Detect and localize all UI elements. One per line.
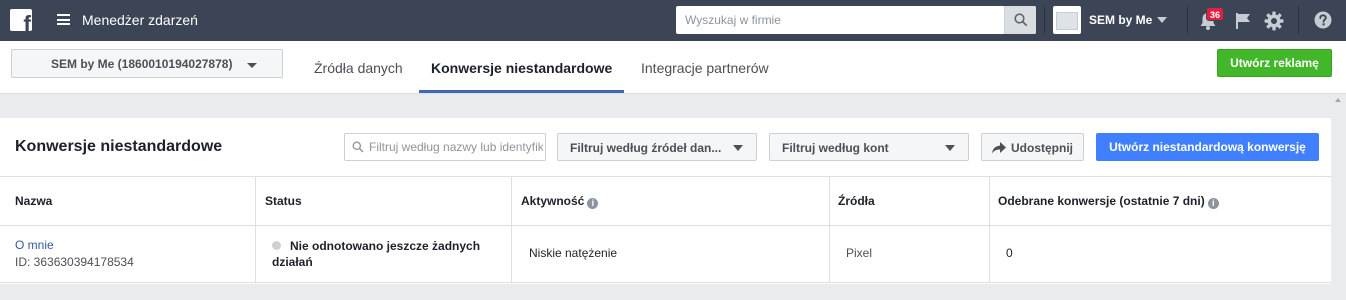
column-header-sources[interactable]: Źródła [838, 194, 875, 208]
divider [1044, 6, 1045, 34]
facebook-logo-icon[interactable]: f [10, 9, 32, 31]
account-menu-chevron-down-icon[interactable] [1157, 17, 1167, 23]
column-divider [829, 226, 830, 282]
account-avatar[interactable] [1053, 6, 1081, 34]
account-name[interactable]: SEM by Me [1089, 13, 1152, 27]
search-button[interactable] [1004, 6, 1036, 34]
filter-accounts-label: Filtruj według kont [782, 141, 889, 155]
column-header-status[interactable]: Status [265, 194, 302, 208]
flag-icon[interactable] [1232, 10, 1254, 32]
search-icon [1014, 13, 1028, 27]
status-text-line2: działań [272, 255, 313, 269]
filter-sources-label: Filtruj według źródeł dan... [570, 141, 722, 155]
column-divider [255, 177, 256, 226]
info-icon[interactable]: i [587, 198, 599, 209]
conversion-id: ID: 363630394178534 [15, 255, 134, 269]
ad-account-selector[interactable]: SEM by Me (1860010194027878) [11, 49, 283, 78]
active-tab-indicator [419, 90, 624, 93]
ad-account-selector-label: SEM by Me (1860010194027878) [51, 57, 233, 71]
column-divider [255, 226, 256, 282]
name-filter-input[interactable] [369, 134, 543, 160]
filter-sources-dropdown[interactable]: Filtruj według źródeł dan... [557, 133, 757, 161]
menu-icon[interactable] [57, 14, 70, 25]
column-divider [511, 177, 512, 226]
source-value: Pixel [846, 246, 873, 260]
scroll-up-arrow-icon[interactable] [1335, 98, 1341, 102]
create-custom-conversion-button[interactable]: Utwórz niestandardową konwersję [1096, 133, 1319, 161]
name-filter-field [344, 133, 546, 161]
column-divider [989, 226, 990, 282]
notifications-badge: 36 [1206, 7, 1225, 21]
column-header-activity[interactable]: Aktywność i [521, 194, 599, 209]
tab-partner-integrations[interactable]: Integracje partnerów [641, 60, 769, 76]
column-header-conversions-label: Odebrane konwersje (ostatnie 7 dni) [998, 194, 1205, 208]
table-header: Nazwa Status Aktywność i Źródła Odebrane … [0, 176, 1331, 226]
tab-data-sources[interactable]: Źródła danych [314, 60, 403, 76]
table-row[interactable]: O mnie ID: 363630394178534 Nie odnotowan… [0, 226, 1331, 283]
filter-accounts-dropdown[interactable]: Filtruj według kont [769, 133, 969, 161]
gear-icon[interactable] [1263, 10, 1285, 32]
column-header-activity-label: Aktywność [521, 194, 585, 208]
search-box [676, 6, 1036, 34]
app-title[interactable]: Menedżer zdarzeń [82, 12, 198, 28]
custom-conversions-panel: Konwersje niestandardowe Filtruj według … [0, 118, 1331, 284]
share-button-label: Udostępnij [1011, 141, 1073, 155]
sub-navigation: SEM by Me (1860010194027878) Źródła dany… [0, 41, 1346, 94]
column-header-name[interactable]: Nazwa [15, 194, 52, 208]
status-text-line1: Nie odnotowano jeszcze żadnych [290, 239, 481, 253]
column-header-conversions[interactable]: Odebrane konwersje (ostatnie 7 dni) i [998, 194, 1219, 209]
share-button[interactable]: Udostępnij [981, 133, 1084, 161]
chevron-down-icon [247, 63, 257, 68]
column-divider [829, 177, 830, 226]
conversion-name-link[interactable]: O mnie [15, 238, 54, 252]
column-divider [511, 226, 512, 282]
column-divider [989, 177, 990, 226]
status-dot-icon [272, 241, 281, 250]
tab-custom-conversions[interactable]: Konwersje niestandardowe [431, 60, 612, 76]
conversions-count: 0 [1006, 246, 1013, 260]
chevron-down-icon [733, 145, 743, 151]
info-icon[interactable]: i [1207, 198, 1219, 209]
help-icon[interactable] [1314, 11, 1332, 29]
search-icon [352, 141, 364, 153]
share-arrow-icon [992, 142, 1006, 154]
create-ad-button[interactable]: Utwórz reklamę [1217, 49, 1332, 77]
divider [1298, 6, 1299, 34]
divider [1187, 6, 1188, 34]
activity-value: Niskie natężenie [529, 246, 618, 260]
panel-title: Konwersje niestandardowe [15, 138, 223, 155]
chevron-down-icon [945, 145, 955, 151]
search-input[interactable] [676, 6, 1004, 34]
top-bar: f Menedżer zdarzeń SEM by Me 36 [0, 0, 1346, 41]
